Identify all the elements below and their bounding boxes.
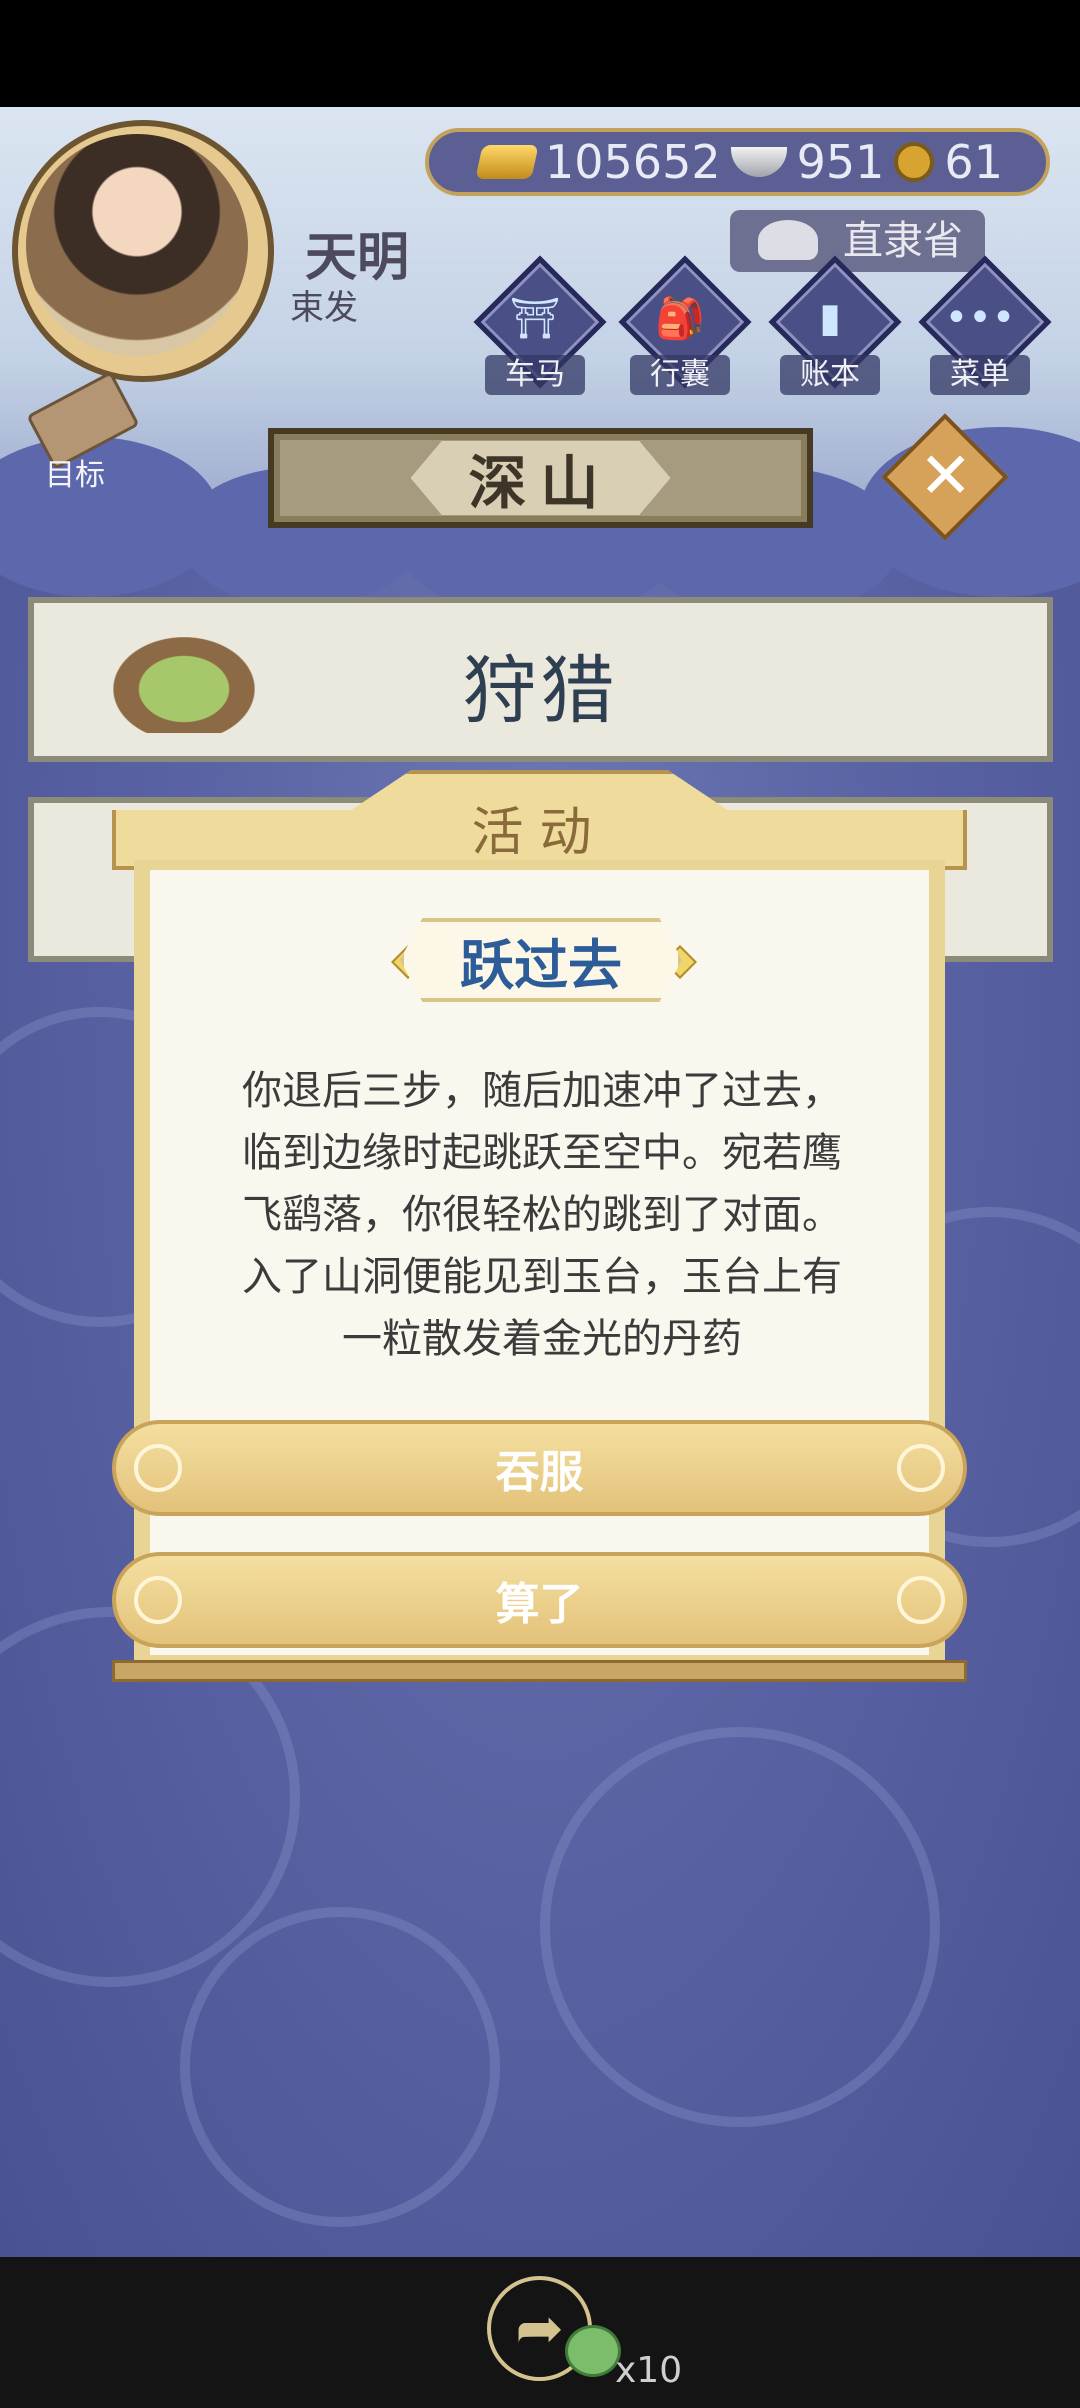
- event-dialog: 活动 跃过去 你退后三步，随后加速冲了过去， 临到边缘时起跳跃至空中。宛若鹰 飞…: [112, 770, 967, 1690]
- menu-button-carriage[interactable]: ⛩ 车马: [473, 255, 607, 395]
- currency-bar: 105652 951 61: [425, 128, 1050, 196]
- menu-button-bag[interactable]: 🎒 行囊: [618, 255, 752, 395]
- event-title: 跃过去: [400, 918, 682, 1002]
- ledger-icon: ▮: [818, 295, 841, 341]
- menu-button-more[interactable]: ••• 菜单: [918, 255, 1052, 395]
- copper-coin-icon: [894, 142, 935, 182]
- choice-label: 吞服: [495, 1447, 584, 1498]
- silver-ingot-icon: [730, 147, 787, 177]
- gold-amount: 105652: [545, 135, 721, 189]
- location-label: 直隶省: [843, 218, 963, 264]
- dialog-bottom-bar: [112, 1660, 967, 1682]
- coin-amount: 61: [944, 135, 1003, 189]
- official-hat-icon: [758, 220, 818, 260]
- menu-label: 行囊: [630, 355, 730, 395]
- cloud-ornament-icon: [134, 1444, 182, 1492]
- dialog-title: 活动: [471, 803, 608, 863]
- activity-title: 狩猎: [462, 648, 619, 734]
- avatar[interactable]: [26, 134, 248, 356]
- menu-label: 菜单: [930, 355, 1030, 395]
- menu-button-ledger[interactable]: ▮ 账本: [768, 255, 902, 395]
- cloud-ornament-icon: [897, 1444, 945, 1492]
- choice-button-swallow[interactable]: 吞服: [112, 1420, 967, 1516]
- frog-icon: [565, 2325, 621, 2377]
- target-button[interactable]: 目标: [20, 371, 140, 493]
- location-chip[interactable]: 直隶省: [730, 210, 985, 272]
- share-icon: ➦: [515, 2294, 564, 2362]
- close-icon: ✕: [918, 439, 973, 514]
- bag-icon: 🎒: [655, 296, 705, 342]
- activity-card-hunting[interactable]: 狩猎: [28, 597, 1053, 762]
- background-swirl: [180, 1907, 500, 2227]
- event-description: 你退后三步，随后加速冲了过去， 临到边缘时起跳跃至空中。宛若鹰 飞鹞落，你很轻松…: [242, 1068, 842, 1362]
- choice-label: 算了: [495, 1579, 584, 1630]
- menu-label: 车马: [485, 355, 585, 395]
- menu-label: 账本: [780, 355, 880, 395]
- player-rank: 束发: [290, 288, 358, 328]
- target-label: 目标: [45, 458, 105, 493]
- silver-amount: 951: [796, 135, 885, 189]
- cloud-ornament-icon: [897, 1576, 945, 1624]
- background-swirl: [540, 1727, 940, 2127]
- carriage-icon: ⛩: [509, 296, 561, 342]
- gold-ingot-icon: [475, 145, 539, 179]
- share-count: x10: [615, 2350, 683, 2391]
- choice-button-forget[interactable]: 算了: [112, 1552, 967, 1648]
- area-name: 深山: [410, 441, 671, 515]
- player-name: 天明: [305, 228, 410, 288]
- area-plaque: 深山: [268, 428, 813, 528]
- cloud-ornament-icon: [134, 1576, 182, 1624]
- more-icon: •••: [944, 295, 1016, 341]
